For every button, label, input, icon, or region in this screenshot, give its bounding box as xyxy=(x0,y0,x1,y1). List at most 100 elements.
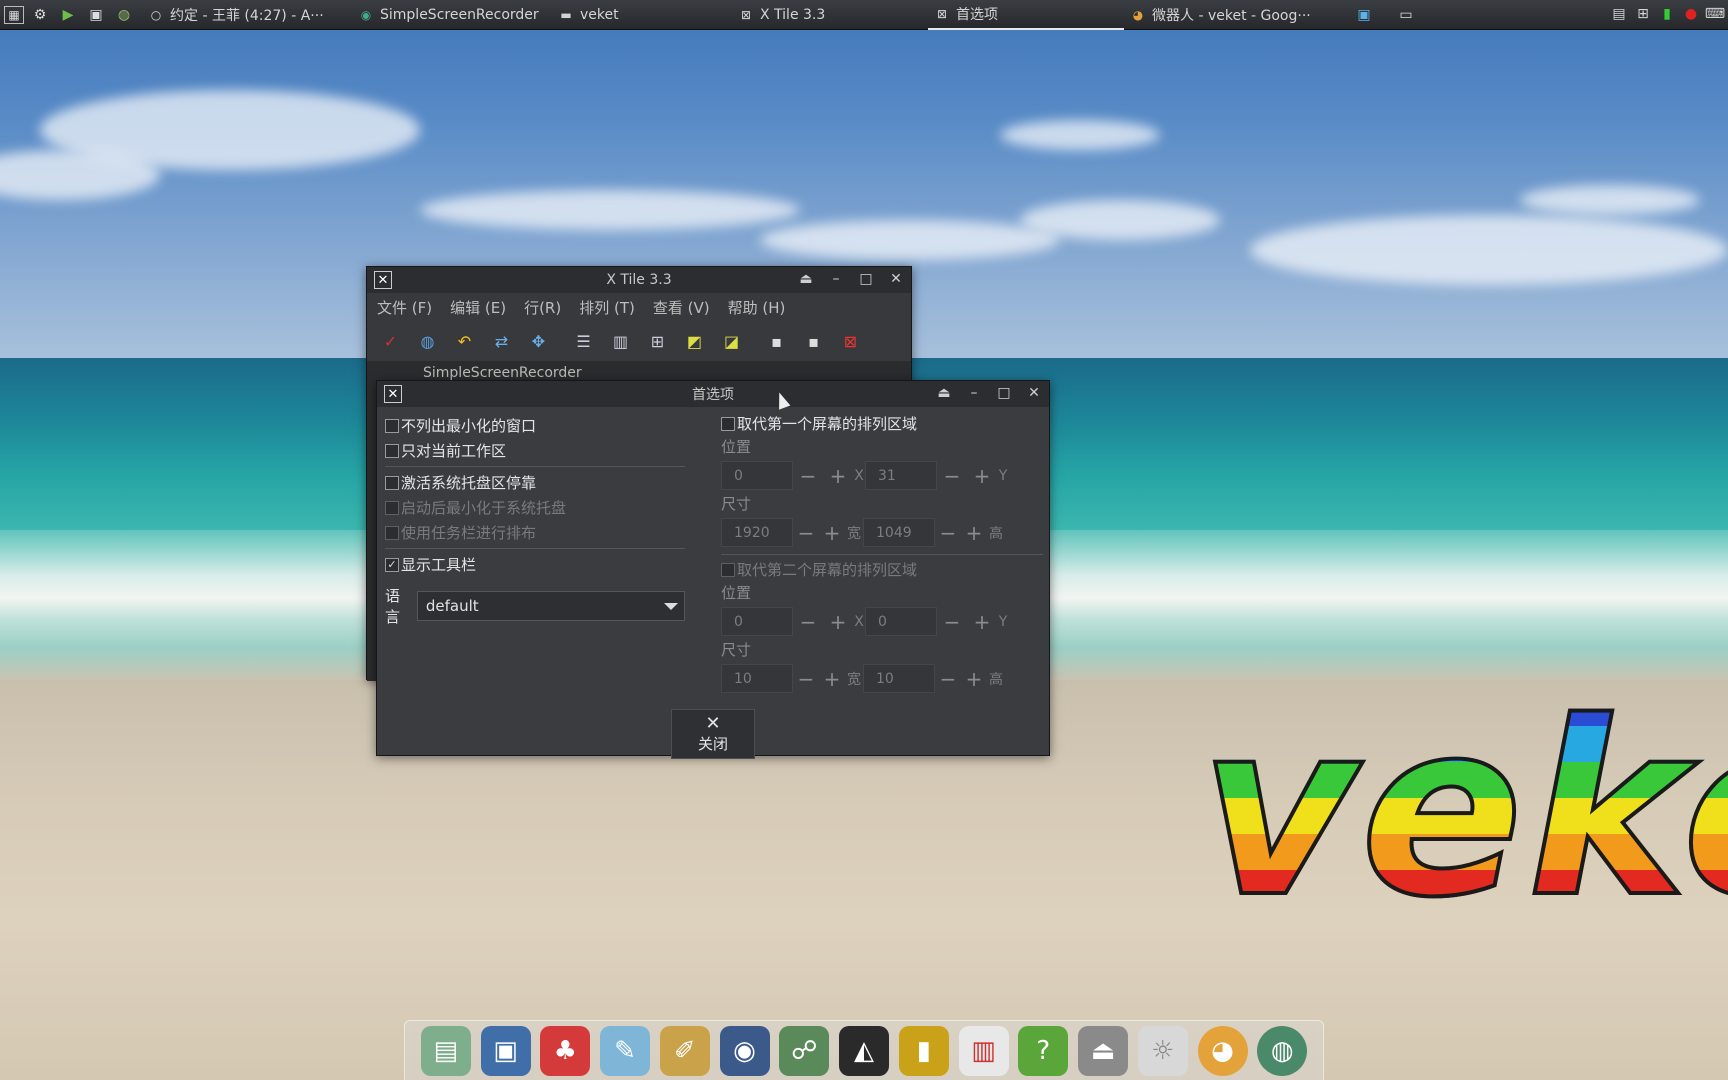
paint-icon[interactable]: ✐ xyxy=(659,1025,710,1076)
shade-icon[interactable]: ⏏ xyxy=(797,269,815,289)
task-veket-folder[interactable]: ▬ veket xyxy=(552,0,732,30)
plus-icon: + xyxy=(965,666,983,691)
axis-width-label: 宽 xyxy=(847,525,861,542)
system-monitor-icon[interactable]: ▦ xyxy=(4,5,24,24)
task-screen-recorder[interactable]: ◉ SimpleScreenRecorder xyxy=(352,0,552,30)
penguin-icon[interactable]: ◭ xyxy=(839,1025,889,1076)
circle-icon: ○ xyxy=(150,7,162,22)
option-label: 不列出最小化的窗口 xyxy=(401,417,537,435)
task-chrome[interactable]: ◕ 微器人 - veket - Goog··· xyxy=(1124,0,1336,30)
close-button[interactable]: ✕ 关闭 xyxy=(671,709,755,759)
plus-icon: + xyxy=(823,666,841,691)
close-windows-icon[interactable]: ⊠ xyxy=(837,328,864,355)
checkbox[interactable] xyxy=(721,416,735,431)
refresh-globe-icon[interactable]: ◍ xyxy=(414,328,441,355)
chrome-icon[interactable]: ◕ xyxy=(1197,1025,1248,1076)
mascot-icon[interactable]: ♣ xyxy=(540,1025,591,1076)
clipboard-icon[interactable]: ▤ xyxy=(1610,3,1628,25)
desktop-icon[interactable]: ▣ xyxy=(1352,3,1376,27)
tile-vertical-icon[interactable]: ▥ xyxy=(607,328,634,355)
checkbox[interactable] xyxy=(385,418,399,433)
keyboard-icon[interactable]: ⌨ xyxy=(1705,3,1725,25)
menu-help[interactable]: 帮助 (H) xyxy=(728,297,786,318)
checkbox[interactable] xyxy=(385,475,399,490)
divider xyxy=(385,466,685,467)
task-label: SimpleScreenRecorder xyxy=(380,6,539,23)
xtile-icon: ⊠ xyxy=(740,7,752,22)
tile-grid-icon[interactable]: ⊞ xyxy=(644,328,671,355)
settings-sun-icon[interactable]: ☼ xyxy=(1137,1025,1188,1076)
minimize-icon[interactable]: – xyxy=(827,269,845,289)
screen2-size-row: 10 − + 宽 10 − + 高 xyxy=(721,661,1043,696)
settings-icon[interactable]: ⚙ xyxy=(28,3,52,27)
help-icon[interactable]: ? xyxy=(1018,1025,1069,1076)
option-label: 激活系统托盘区停靠 xyxy=(401,474,537,492)
media-icon[interactable]: ◉ xyxy=(719,1025,770,1076)
xtile-titlebar[interactable]: ✕ X Tile 3.3 ⏏ – □ ✕ xyxy=(367,267,911,293)
tile-triangle-2-icon[interactable]: ◪ xyxy=(718,328,745,355)
network-users-icon[interactable]: ☍ xyxy=(779,1025,830,1076)
maximize-icon[interactable]: □ xyxy=(857,269,875,289)
task-preferences[interactable]: ⊠ 首选项 xyxy=(928,0,1124,30)
globe-icon[interactable]: ◍ xyxy=(112,3,136,27)
monitor-icon[interactable]: ▣ xyxy=(480,1025,531,1076)
language-select[interactable]: default xyxy=(416,591,685,621)
tile-horizontal-icon[interactable]: ☰ xyxy=(570,328,597,355)
dock: ▤ ▣ ♣ ✎ ✐ ◉ ☍ ◭ ▮ ▥ ? ⏏ ☼ ◕ ◍ xyxy=(404,1020,1324,1080)
cycle-icon[interactable]: ⇄ xyxy=(488,328,515,355)
close-icon[interactable]: ✕ xyxy=(1025,383,1043,403)
menu-row[interactable]: 行(R) xyxy=(524,297,561,318)
task-xtile[interactable]: ⊠ X Tile 3.3 xyxy=(732,0,928,30)
option-no-minimized[interactable]: 不列出最小化的窗口 xyxy=(385,413,685,438)
override-screen1[interactable]: 取代第一个屏幕的排列区域 xyxy=(721,411,1043,436)
close-button-label: 关闭 xyxy=(697,734,728,753)
record-icon[interactable]: ● xyxy=(1682,3,1700,25)
terminal-icon[interactable]: ▣ xyxy=(84,3,108,27)
undo-icon[interactable]: ↶ xyxy=(451,328,478,355)
plus-icon: + xyxy=(965,520,983,545)
battery-icon[interactable]: ▮ xyxy=(1658,3,1676,25)
shade-icon[interactable]: ⏏ xyxy=(935,383,953,403)
menu-edit[interactable]: 编辑 (E) xyxy=(450,297,506,318)
option-current-workspace[interactable]: 只对当前工作区 xyxy=(385,438,685,463)
move-icon[interactable]: ✥ xyxy=(525,328,552,355)
plus-icon: + xyxy=(823,520,841,545)
file-manager-icon[interactable]: ▤ xyxy=(420,1025,471,1076)
maximize-icon[interactable]: □ xyxy=(995,383,1013,403)
checkbox[interactable] xyxy=(385,443,399,458)
drive-icon[interactable]: ⏏ xyxy=(1078,1025,1128,1076)
menu-view[interactable]: 查看 (V) xyxy=(653,297,710,318)
network-icon[interactable]: ⊞ xyxy=(1634,3,1652,25)
list-item[interactable]: SimpleScreenRecorder xyxy=(423,365,582,381)
plus-icon: + xyxy=(973,609,991,634)
chart-icon[interactable]: ▥ xyxy=(958,1025,1009,1076)
text-editor-icon[interactable]: ✎ xyxy=(600,1025,650,1076)
minus-icon: − xyxy=(799,609,817,634)
menu-file[interactable]: 文件 (F) xyxy=(377,297,432,318)
show-desktop-icon[interactable]: ▭ xyxy=(1394,3,1418,27)
checkbox-checked[interactable]: ✓ xyxy=(385,557,399,572)
notes-icon[interactable]: ▮ xyxy=(898,1025,949,1076)
width-input: 10 xyxy=(721,664,793,693)
option-show-toolbar[interactable]: ✓ 显示工具栏 xyxy=(385,552,685,577)
unmaximize-all-icon[interactable]: ▪ xyxy=(800,328,827,355)
tile-triangle-1-icon[interactable]: ◩ xyxy=(681,328,708,355)
close-icon[interactable]: ✕ xyxy=(887,269,905,289)
option-label: 使用任务栏进行排布 xyxy=(401,524,537,542)
media-player-icon[interactable]: ▶ xyxy=(56,3,80,27)
minimize-icon[interactable]: – xyxy=(965,383,983,403)
minus-icon: − xyxy=(797,520,815,545)
override-screen2: 取代第二个屏幕的排列区域 xyxy=(721,557,1043,582)
checkbox xyxy=(385,525,399,540)
maximize-all-icon[interactable]: ▪ xyxy=(763,328,790,355)
check-icon[interactable]: ✓ xyxy=(377,328,404,355)
globe-icon[interactable]: ◍ xyxy=(1257,1025,1308,1076)
task-music-player[interactable]: ○ 约定 - 王菲 (4:27) - A··· xyxy=(142,0,352,30)
prefs-titlebar[interactable]: ✕ 首选项 ⏏ – □ ✕ xyxy=(377,381,1049,407)
axis-x-label: X xyxy=(854,613,864,630)
minus-icon: − xyxy=(943,609,961,634)
xtile-menubar: 文件 (F) 编辑 (E) 行(R) 排列 (T) 查看 (V) 帮助 (H) xyxy=(367,293,911,321)
menu-arrange[interactable]: 排列 (T) xyxy=(579,297,635,318)
option-tray-dock[interactable]: 激活系统托盘区停靠 xyxy=(385,470,685,495)
minus-icon: − xyxy=(943,463,961,488)
